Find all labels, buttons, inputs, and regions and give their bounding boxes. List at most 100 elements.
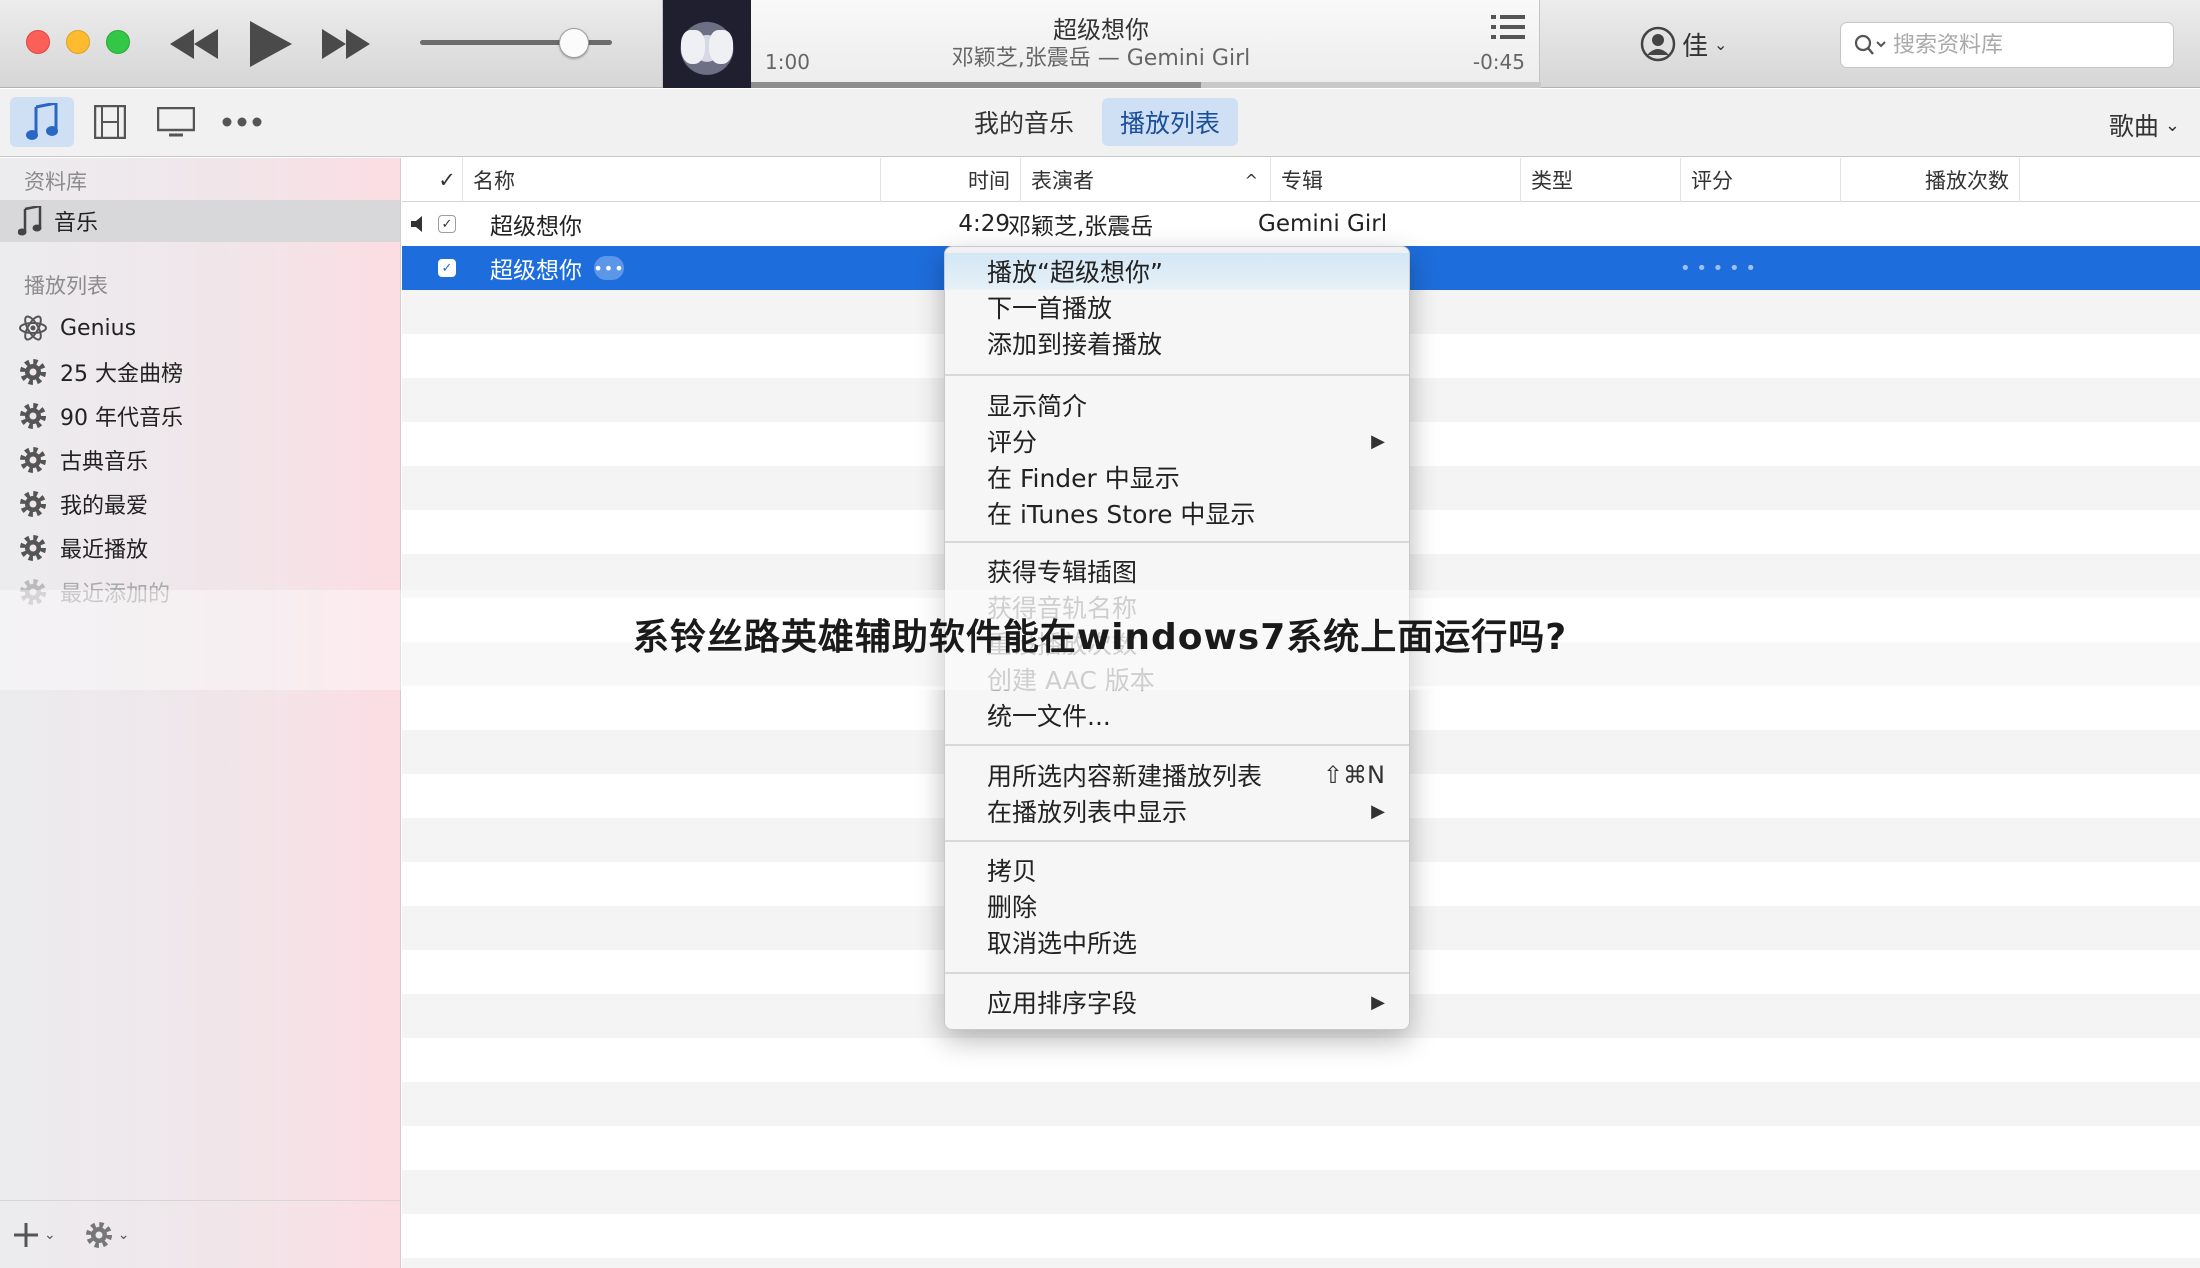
sidebar-item-90s-music[interactable]: 90 年代音乐 bbox=[0, 395, 400, 437]
tab-playlists[interactable]: 播放列表 bbox=[1102, 98, 1239, 146]
menu-item-show-in-playlist[interactable]: 在播放列表中显示 ▶ bbox=[945, 793, 1409, 829]
gear-icon bbox=[20, 403, 46, 429]
column-header-genre[interactable]: 类型 bbox=[1520, 158, 1680, 202]
menu-item-uncheck-selection[interactable]: 取消选中所选 bbox=[945, 924, 1409, 960]
more-icon bbox=[222, 117, 262, 127]
title-bar: 1:00 超级想你 邓颖芝,张震岳 — Gemini Girl -0:45 佳 … bbox=[0, 0, 2200, 88]
song-artist: 邓颖芝,张震岳 bbox=[1008, 214, 1154, 240]
submenu-arrow-icon: ▶ bbox=[1371, 991, 1385, 1013]
submenu-arrow-icon: ▶ bbox=[1371, 430, 1385, 452]
music-note-icon bbox=[18, 206, 42, 236]
zoom-window-button[interactable] bbox=[106, 30, 130, 54]
chevron-down-icon: ⌄ bbox=[44, 1226, 56, 1243]
menu-item-copy[interactable]: 拷贝 bbox=[945, 852, 1409, 888]
menu-item-show-in-itunes-store[interactable]: 在 iTunes Store 中显示 bbox=[945, 495, 1409, 531]
tab-my-music[interactable]: 我的音乐 bbox=[956, 98, 1092, 146]
account-name: 佳 bbox=[1682, 31, 1709, 62]
menu-item-apply-sort-field[interactable]: 应用排序字段 ▶ bbox=[945, 984, 1409, 1020]
column-header-rating[interactable]: 评分 bbox=[1680, 158, 1840, 202]
column-header-time[interactable]: 时间 bbox=[880, 158, 1020, 202]
search-field[interactable] bbox=[1840, 22, 2174, 68]
add-playlist-button[interactable]: ⌄ bbox=[12, 1221, 56, 1249]
chevron-down-icon: ⌄ bbox=[117, 1226, 130, 1243]
play-button[interactable] bbox=[244, 18, 296, 70]
column-header-checked[interactable]: ✓ bbox=[432, 158, 462, 202]
gear-icon bbox=[20, 447, 46, 473]
column-header-plays[interactable]: 播放次数 bbox=[1840, 158, 2020, 202]
song-name: 超级想你 bbox=[490, 258, 582, 284]
rewind-icon bbox=[170, 29, 218, 59]
close-window-button[interactable] bbox=[26, 30, 50, 54]
column-header-album[interactable]: 专辑 bbox=[1270, 158, 1520, 202]
table-row[interactable]: ✓ 超级想你 4:29 邓颖芝,张震岳 Gemini Girl bbox=[402, 202, 2200, 246]
fast-forward-icon bbox=[322, 29, 370, 59]
volume-knob[interactable] bbox=[558, 28, 589, 58]
sidebar-item-label: 我的最爱 bbox=[60, 494, 149, 519]
more-media-button[interactable] bbox=[210, 97, 274, 147]
keyboard-shortcut: ⇧⌘N bbox=[1322, 761, 1385, 789]
gear-icon bbox=[85, 1221, 112, 1248]
sidebar-item-music[interactable]: 音乐 bbox=[0, 200, 400, 242]
rewind-button[interactable] bbox=[166, 18, 222, 70]
sidebar-item-top-25[interactable]: 25 大金曲榜 bbox=[0, 351, 400, 393]
song-rating-dots[interactable]: • • • • • bbox=[1680, 246, 1756, 290]
minimize-window-button[interactable] bbox=[66, 30, 90, 54]
column-header-artist[interactable]: 表演者 ^ bbox=[1020, 158, 1270, 202]
chevron-down-icon: ⌄ bbox=[2164, 114, 2180, 136]
sidebar-item-favorites[interactable]: 我的最爱 bbox=[0, 483, 400, 525]
music-media-button[interactable] bbox=[10, 97, 74, 147]
menu-item-rating-label: 评分 bbox=[987, 428, 1038, 457]
remaining-time[interactable]: -0:45 bbox=[1473, 50, 1525, 74]
view-options-dropdown[interactable]: 歌曲 ⌄ bbox=[2109, 107, 2180, 143]
column-header-name[interactable]: 名称 bbox=[462, 158, 880, 202]
user-icon bbox=[1640, 26, 1676, 62]
toolbar: 我的音乐 播放列表 歌曲 ⌄ bbox=[0, 89, 2200, 157]
song-checkbox[interactable]: ✓ bbox=[438, 202, 456, 246]
sidebar-item-label: 最近播放 bbox=[60, 538, 149, 563]
menu-item-apply-sort-field-label: 应用排序字段 bbox=[987, 989, 1138, 1018]
search-icon bbox=[1854, 34, 1886, 55]
menu-separator bbox=[945, 972, 1409, 974]
sidebar-item-genius[interactable]: Genius bbox=[0, 307, 400, 349]
empty-row bbox=[402, 1082, 2200, 1126]
menu-item-show-in-finder[interactable]: 在 Finder 中显示 bbox=[945, 459, 1409, 495]
menu-item-play-song[interactable]: 播放“超级想你” bbox=[945, 253, 1409, 289]
menu-separator bbox=[945, 744, 1409, 746]
menu-item-get-info[interactable]: 显示简介 bbox=[945, 387, 1409, 423]
up-next-list-icon[interactable] bbox=[1491, 14, 1525, 44]
plus-icon bbox=[14, 1222, 38, 1247]
search-input[interactable] bbox=[1893, 32, 2143, 58]
tv-icon bbox=[157, 107, 195, 137]
account-button[interactable]: 佳 ⌄ bbox=[1640, 22, 1727, 66]
sidebar-item-classical[interactable]: 古典音乐 bbox=[0, 439, 400, 481]
menu-item-delete[interactable]: 删除 bbox=[945, 888, 1409, 924]
menu-item-new-playlist-from-selection[interactable]: 用所选内容新建播放列表 ⇧⌘N bbox=[945, 757, 1409, 793]
menu-item-consolidate-files[interactable]: 统一文件... bbox=[945, 697, 1409, 733]
fast-forward-button[interactable] bbox=[318, 18, 374, 70]
menu-item-add-to-up-next[interactable]: 添加到接着播放 bbox=[945, 325, 1409, 361]
music-note-icon bbox=[26, 103, 58, 140]
genius-atom-icon bbox=[19, 315, 47, 341]
now-playing-speaker-icon bbox=[410, 202, 428, 246]
menu-item-new-playlist-label: 用所选内容新建播放列表 bbox=[987, 762, 1263, 791]
gear-icon bbox=[20, 359, 46, 385]
tv-media-button[interactable] bbox=[144, 97, 208, 147]
chevron-down-icon: ⌄ bbox=[1714, 34, 1728, 54]
sidebar-item-recently-played[interactable]: 最近播放 bbox=[0, 527, 400, 569]
settings-button[interactable]: ⌄ bbox=[84, 1220, 130, 1250]
menu-item-play-next[interactable]: 下一首播放 bbox=[945, 289, 1409, 325]
overlay-title: 系铃丝路英雄辅助软件能在windows7系统上面运行吗? bbox=[632, 617, 1568, 658]
song-more-button[interactable]: ••• bbox=[593, 246, 624, 290]
song-list-header: ✓ 名称 时间 表演者 ^ 专辑 类型 评分 播放次数 bbox=[402, 158, 2200, 202]
menu-item-show-in-playlist-label: 在播放列表中显示 bbox=[987, 798, 1188, 827]
sidebar-item-label: Genius bbox=[60, 315, 137, 341]
sidebar-item-label: 古典音乐 bbox=[60, 450, 149, 475]
movies-media-button[interactable] bbox=[78, 97, 142, 147]
empty-row bbox=[402, 1038, 2200, 1082]
menu-item-rating[interactable]: 评分 ▶ bbox=[945, 423, 1409, 459]
menu-item-get-album-artwork[interactable]: 获得专辑插图 bbox=[945, 553, 1409, 589]
sort-ascending-icon: ^ bbox=[1244, 170, 1258, 190]
empty-row bbox=[402, 1258, 2200, 1268]
song-checkbox[interactable]: ✓ bbox=[438, 246, 456, 290]
playback-progress-bar[interactable] bbox=[751, 82, 1541, 88]
